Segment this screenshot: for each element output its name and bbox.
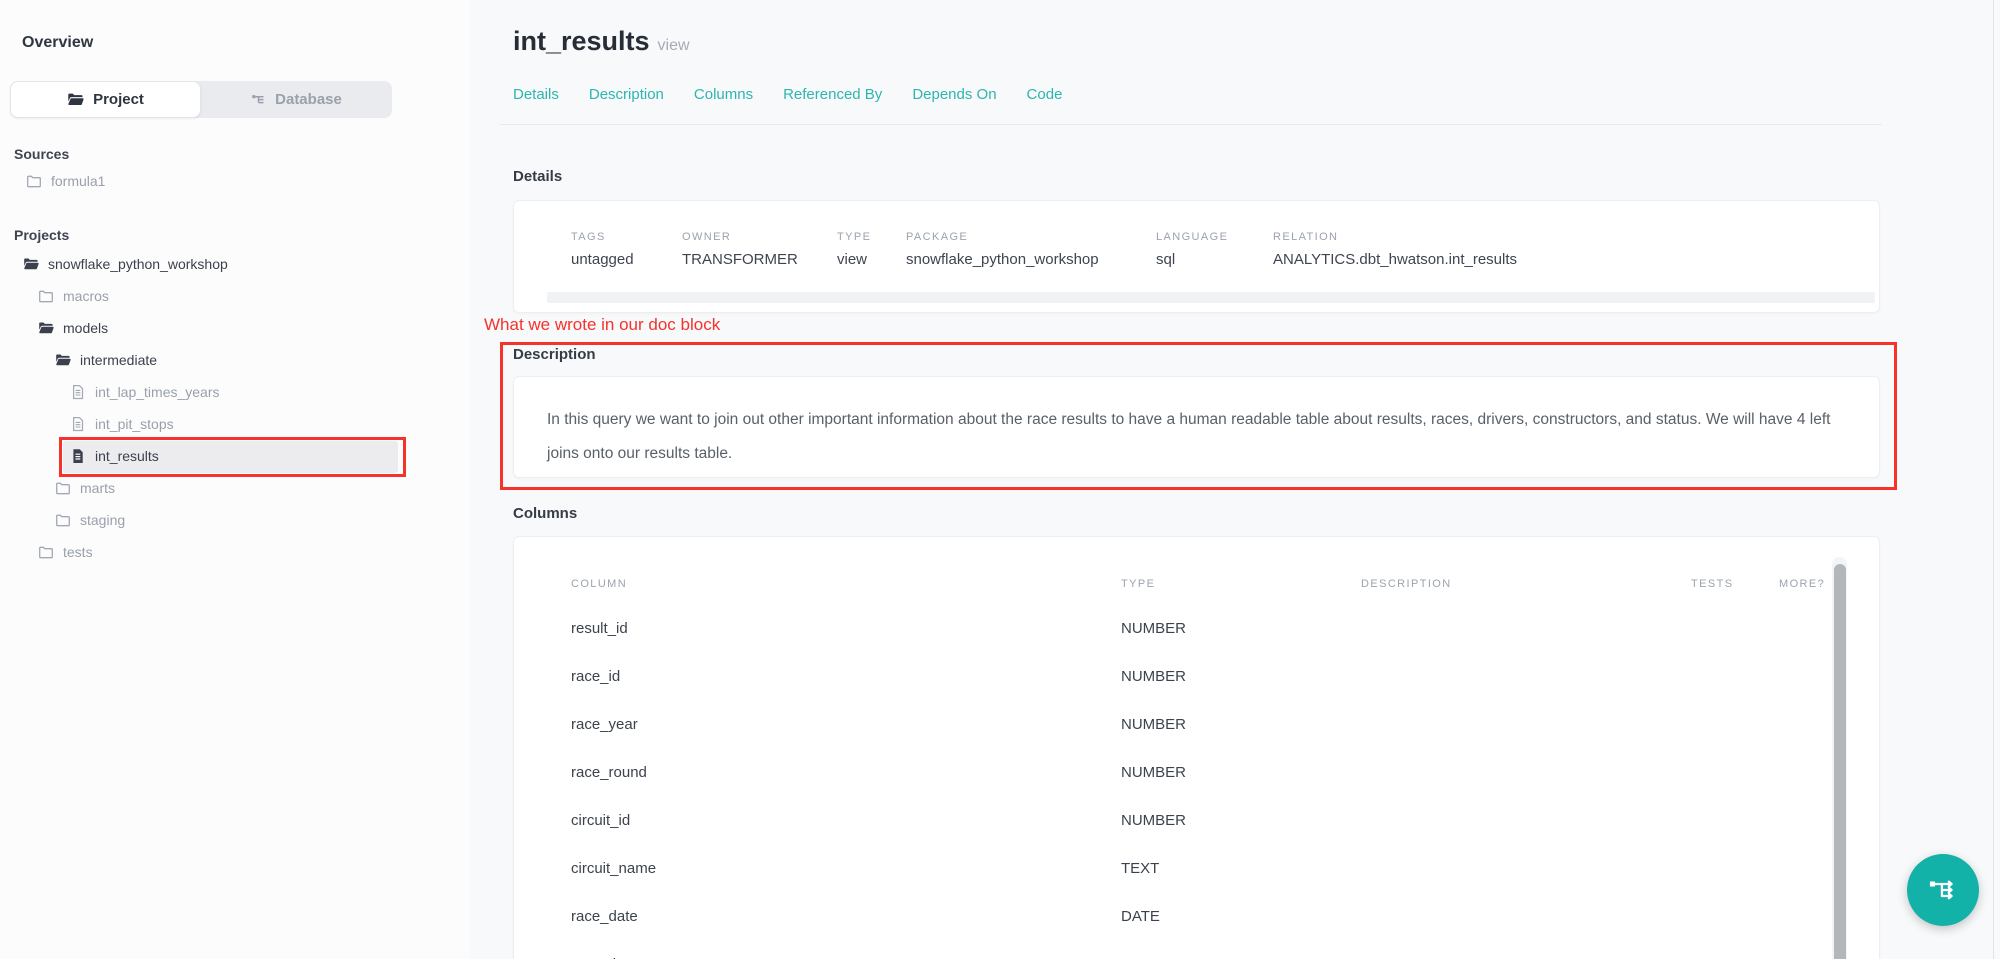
sidebar-item-label: int_lap_times_years (95, 384, 220, 400)
columns-table-header: COLUMN TYPE DESCRIPTION TESTS MORE? (514, 570, 1879, 598)
sidebar-item-label: marts (80, 480, 115, 496)
tab-description[interactable]: Description (589, 86, 664, 103)
page-title: int_results view (513, 26, 690, 57)
sidebar-item-label: tests (63, 544, 93, 560)
folder-icon (38, 288, 54, 304)
model-type-subtitle: view (658, 37, 690, 54)
sidebar-item-label: snowflake_python_workshop (48, 256, 228, 272)
columns-section-title: Columns (513, 505, 577, 522)
table-row-result-id[interactable]: result_id NUMBER (514, 604, 1879, 652)
tab-details[interactable]: Details (513, 86, 559, 103)
model-name: int_results (513, 26, 650, 56)
sidebar-item-formula1[interactable]: formula1 (0, 165, 470, 197)
header-tests: TESTS (1691, 578, 1779, 590)
field-language: LANGUAGE sql (1156, 231, 1273, 268)
sidebar: Overview Project Database Sources (0, 0, 470, 959)
description-section-title: Description (513, 346, 596, 363)
tab-depends-on[interactable]: Depends On (912, 86, 996, 103)
tab-columns[interactable]: Columns (694, 86, 753, 103)
folder-icon (26, 173, 42, 189)
sidebar-item-macros[interactable]: macros (0, 280, 470, 312)
field-relation: RELATION ANALYTICS.dbt_hwatson.int_resul… (1273, 231, 1859, 268)
table-row-race-round[interactable]: race_round NUMBER (514, 748, 1879, 796)
toggle-database-label: Database (275, 91, 342, 108)
sidebar-item-label: intermediate (80, 352, 157, 368)
table-row-race-year[interactable]: race_year NUMBER (514, 700, 1879, 748)
folder-icon (38, 544, 54, 560)
toggle-project[interactable]: Project (10, 81, 201, 118)
file-icon (70, 416, 86, 432)
sidebar-item-int-lap-times-years[interactable]: int_lap_times_years (0, 376, 470, 408)
selected-item-wrap: int_results (0, 440, 470, 472)
lineage-graph-icon (1927, 874, 1959, 906)
field-type: TYPE view (837, 231, 906, 268)
tab-code[interactable]: Code (1027, 86, 1063, 103)
tab-bar: Details Description Columns Referenced B… (513, 86, 1062, 103)
lineage-graph-button[interactable] (1907, 854, 1979, 926)
field-owner: OWNER TRANSFORMER (682, 231, 837, 268)
tab-bar-divider (500, 124, 1882, 125)
sidebar-item-label: macros (63, 288, 109, 304)
projects-header: Projects (14, 227, 69, 243)
description-body: In this query we want to join out other … (547, 403, 1837, 471)
details-fields: TAGS untagged OWNER TRANSFORMER TYPE vie… (571, 231, 1859, 268)
table-row-circuit-name[interactable]: circuit_name TEXT (514, 844, 1879, 892)
field-tags: TAGS untagged (571, 231, 682, 268)
annotation-text: What we wrote in our doc block (484, 315, 720, 335)
sources-tree: formula1 (0, 165, 470, 197)
view-toggle: Project Database (10, 81, 392, 118)
details-section-title: Details (513, 168, 562, 185)
tab-referenced-by[interactable]: Referenced By (783, 86, 882, 103)
sidebar-item-label: staging (80, 512, 125, 528)
folder-open-icon (23, 256, 39, 272)
toggle-project-label: Project (93, 91, 144, 108)
folder-icon (55, 512, 71, 528)
toggle-database[interactable]: Database (201, 81, 392, 118)
dbt-docs-app: Overview Project Database Sources (0, 0, 2000, 959)
projects-tree: snowflake_python_workshop macros models … (0, 248, 470, 568)
field-package: PACKAGE snowflake_python_workshop (906, 231, 1156, 268)
table-row-circuit-id[interactable]: circuit_id NUMBER (514, 796, 1879, 844)
file-filled-icon (70, 448, 86, 464)
sidebar-item-label: int_pit_stops (95, 416, 174, 432)
folder-open-icon (55, 352, 71, 368)
columns-table-body: result_id NUMBER race_id NUMBER race_yea… (514, 604, 1879, 959)
lineage-tree-icon (251, 92, 266, 107)
sidebar-item-label: models (63, 320, 108, 336)
details-card: TAGS untagged OWNER TRANSFORMER TYPE vie… (513, 200, 1880, 313)
overview-title: Overview (22, 34, 93, 52)
table-scrollbar-thumb[interactable] (1834, 564, 1846, 959)
columns-card: COLUMN TYPE DESCRIPTION TESTS MORE? resu… (513, 536, 1880, 959)
header-description: DESCRIPTION (1361, 578, 1691, 590)
page-scrollbar[interactable] (1993, 0, 2000, 959)
file-icon (70, 384, 86, 400)
sidebar-item-tests[interactable]: tests (0, 536, 470, 568)
table-row-race-date[interactable]: race_date DATE (514, 892, 1879, 940)
folder-icon (55, 480, 71, 496)
table-row-race-time[interactable]: race_time TIME (514, 940, 1879, 959)
sources-header: Sources (14, 146, 69, 162)
sidebar-item-staging[interactable]: staging (0, 504, 470, 536)
sidebar-item-int-results[interactable]: int_results (0, 440, 470, 472)
sidebar-item-intermediate[interactable]: intermediate (0, 344, 470, 376)
sidebar-item-snowflake-python-workshop[interactable]: snowflake_python_workshop (0, 248, 470, 280)
sidebar-item-int-pit-stops[interactable]: int_pit_stops (0, 408, 470, 440)
sidebar-item-models[interactable]: models (0, 312, 470, 344)
sidebar-item-label: formula1 (51, 173, 105, 189)
details-card-footer-strip (547, 292, 1875, 303)
sidebar-item-label: int_results (95, 448, 159, 464)
description-card: In this query we want to join out other … (513, 376, 1880, 478)
folder-open-icon (67, 91, 84, 108)
sidebar-item-marts[interactable]: marts (0, 472, 470, 504)
folder-open-icon (38, 320, 54, 336)
header-column: COLUMN (571, 578, 1121, 590)
header-type: TYPE (1121, 578, 1361, 590)
table-row-race-id[interactable]: race_id NUMBER (514, 652, 1879, 700)
